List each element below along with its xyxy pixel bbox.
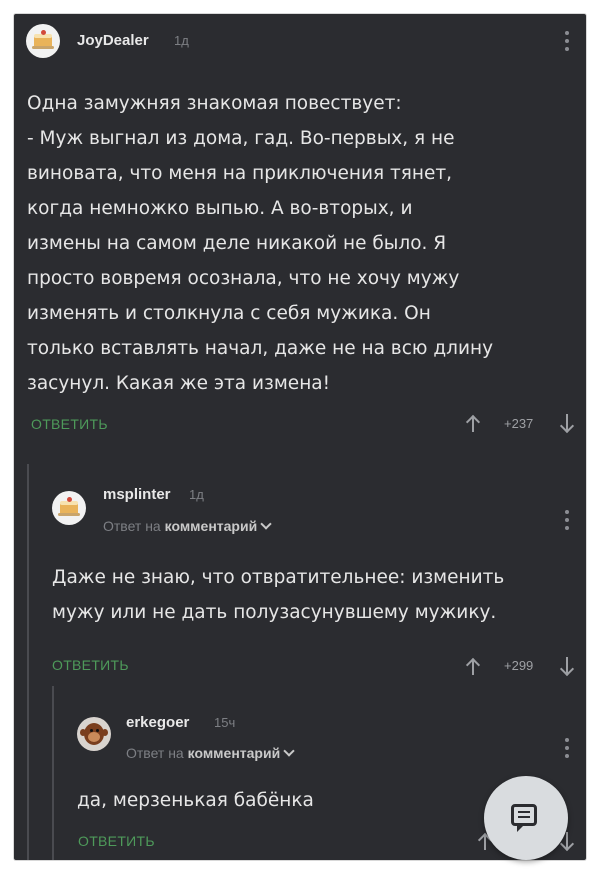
avatar[interactable] [77, 717, 111, 751]
reply-to-link[interactable]: Ответ на комментарий [126, 745, 295, 761]
username[interactable]: msplinter [103, 486, 171, 503]
chat-icon [511, 804, 537, 832]
comment-text: Одна замужняя знакомая повествует: - Муж… [27, 93, 494, 394]
upvote-icon[interactable] [465, 414, 481, 432]
comments-fab-button[interactable] [484, 776, 568, 860]
downvote-icon[interactable] [559, 657, 575, 677]
chevron-down-icon[interactable] [260, 518, 272, 530]
reply-to-prefix: Ответ на [126, 745, 184, 761]
reply-button[interactable]: ОТВЕТИТЬ [52, 657, 129, 673]
reply-button[interactable]: ОТВЕТИТЬ [78, 833, 155, 849]
upvote-icon[interactable] [465, 657, 481, 675]
avatar[interactable] [26, 24, 60, 58]
reply-to-target[interactable]: комментарий [165, 518, 258, 534]
username[interactable]: erkegoer [126, 714, 189, 731]
more-options-icon[interactable] [564, 738, 570, 758]
downvote-icon[interactable] [559, 414, 575, 434]
reply-to-prefix: Ответ на [103, 518, 161, 534]
more-options-icon[interactable] [564, 31, 570, 51]
avatar[interactable] [52, 491, 86, 525]
vote-score: +299 [504, 658, 534, 673]
more-options-icon[interactable] [564, 510, 570, 530]
reply-button[interactable]: ОТВЕТИТЬ [31, 416, 108, 432]
chevron-down-icon[interactable] [283, 745, 295, 757]
comment-text: да, мерзенькая бабёнка [77, 790, 314, 811]
reply-to-link[interactable]: Ответ на комментарий [103, 518, 272, 534]
timestamp: 1д [189, 487, 204, 502]
comment: JoyDealer 1д Одна замужняя знакомая пове… [14, 14, 586, 474]
reply-to-target[interactable]: комментарий [188, 745, 281, 761]
vote-score: +237 [504, 416, 534, 431]
timestamp: 15ч [214, 715, 236, 730]
username[interactable]: JoyDealer [77, 32, 149, 49]
comments-panel: JoyDealer 1д Одна замужняя знакомая пове… [14, 14, 586, 860]
comment-text: Даже не знаю, что отвратительнее: измени… [52, 567, 505, 623]
comment: msplinter 1д Ответ на комментарий Даже н… [14, 474, 586, 704]
timestamp: 1д [174, 33, 189, 48]
